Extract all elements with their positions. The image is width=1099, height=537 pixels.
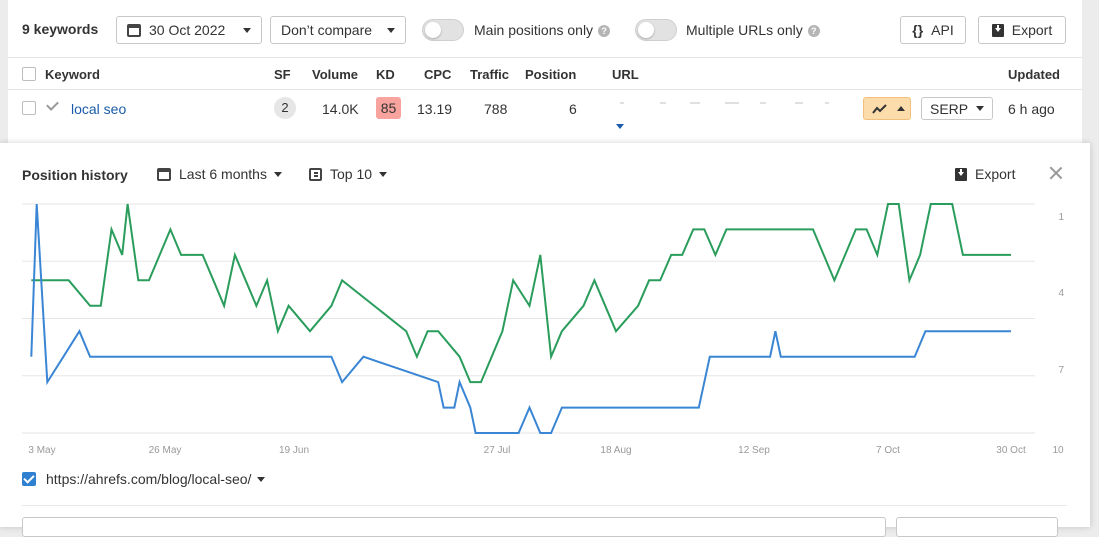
volume-value: 14.0K	[322, 101, 359, 117]
header-kd[interactable]: KD	[376, 67, 395, 82]
y-tick-label: 10	[1052, 445, 1064, 456]
x-tick-label: 18 Aug	[600, 445, 631, 456]
table-header: Keyword SF Volume KD CPC Traffic Positio…	[8, 58, 1082, 90]
x-tick-label: 30 Oct	[996, 445, 1026, 456]
keyword-link[interactable]: local seo	[71, 101, 126, 117]
table-row: local seo 2 14.0K 85 13.19 788 6 SERP 6 …	[8, 90, 1082, 143]
header-cpc[interactable]: CPC	[424, 67, 451, 82]
export-label: Export	[1011, 22, 1053, 38]
sf-badge[interactable]: 2	[274, 97, 296, 119]
app-window: 9 keywords 30 Oct 2022 Don’t compare Mai…	[0, 0, 1099, 537]
chevron-down-icon[interactable]	[257, 476, 266, 482]
compare-label: Don’t compare	[281, 22, 373, 38]
help-icon[interactable]: ?	[807, 25, 820, 37]
updated-value: 6 h ago	[1008, 101, 1055, 117]
traffic-value: 788	[484, 101, 508, 117]
url-expand-icon[interactable]	[616, 124, 624, 129]
x-tick-label: 12 Sep	[738, 445, 770, 456]
export-button[interactable]: Export	[978, 16, 1066, 44]
header-keyword[interactable]: Keyword	[45, 67, 100, 82]
multiple-urls-label: Multiple URLs only?	[686, 22, 820, 38]
chevron-down-icon	[243, 27, 251, 33]
trend-icon	[872, 104, 887, 114]
serp-dropdown[interactable]: SERP	[921, 97, 993, 120]
green-position-line	[31, 203, 1011, 384]
x-tick-label: 27 Jul	[484, 445, 511, 456]
header-sf[interactable]: SF	[274, 67, 291, 82]
row-checkbox[interactable]	[22, 101, 36, 115]
chart-legend: https://ahrefs.com/blog/local-seo/	[22, 471, 266, 487]
x-tick-label: 3 May	[28, 445, 55, 456]
position-history-panel: Position history Last 6 months Top 10 Ex…	[0, 143, 1090, 537]
api-label: API	[931, 22, 954, 38]
legend-url[interactable]: https://ahrefs.com/blog/local-seo/	[46, 471, 251, 487]
divider	[22, 505, 1067, 506]
x-tick-label: 19 Jun	[279, 445, 309, 456]
bottom-input[interactable]	[22, 517, 886, 537]
position-history-chart: 1 4 7 10 3 May 26 May 19 Jun 27 Jul 18 Aug 12 Sep…	[22, 203, 1064, 456]
kd-badge: 85	[376, 97, 401, 119]
select-all-checkbox[interactable]	[22, 67, 36, 81]
header-position[interactable]: Position	[525, 67, 576, 82]
header-volume[interactable]: Volume	[312, 67, 358, 82]
chevron-down-icon	[387, 27, 395, 33]
help-icon[interactable]: ?	[598, 25, 611, 37]
y-tick-label: 1	[1058, 212, 1064, 223]
x-tick-label: 7 Oct	[876, 445, 900, 456]
url-link-blurred[interactable]	[620, 100, 830, 110]
date-picker[interactable]: 30 Oct 2022	[116, 16, 262, 44]
bottom-select[interactable]	[896, 517, 1058, 537]
multiple-urls-text: Multiple URLs only	[686, 22, 803, 38]
x-tick-label: 26 May	[149, 445, 182, 456]
cpc-value: 13.19	[417, 101, 453, 117]
serp-label: SERP	[930, 100, 969, 117]
compare-dropdown[interactable]: Don’t compare	[270, 16, 406, 44]
keywords-toolbar: 9 keywords 30 Oct 2022 Don’t compare Mai…	[8, 0, 1082, 58]
api-button[interactable]: {} API	[900, 16, 966, 44]
header-updated[interactable]: Updated	[1008, 67, 1060, 82]
position-value: 6	[569, 101, 577, 117]
main-positions-label: Main positions only?	[474, 22, 611, 38]
main-positions-toggle[interactable]	[422, 19, 464, 41]
position-history-button[interactable]	[863, 97, 911, 120]
chevron-down-icon	[976, 106, 984, 111]
check-icon	[46, 98, 59, 111]
header-traffic[interactable]: Traffic	[470, 67, 509, 82]
chevron-up-icon	[897, 106, 905, 111]
multiple-urls-toggle[interactable]	[635, 19, 677, 41]
header-url[interactable]: URL	[612, 67, 639, 82]
keyword-count: 9 keywords	[22, 21, 99, 37]
y-tick-label: 4	[1058, 288, 1064, 299]
calendar-icon	[127, 23, 141, 37]
legend-checkbox[interactable]	[22, 472, 36, 486]
code-braces-icon: {}	[912, 22, 924, 38]
main-positions-text: Main positions only	[474, 22, 594, 38]
download-icon	[991, 23, 1004, 37]
y-tick-label: 7	[1058, 365, 1064, 376]
date-label: 30 Oct 2022	[149, 22, 226, 38]
